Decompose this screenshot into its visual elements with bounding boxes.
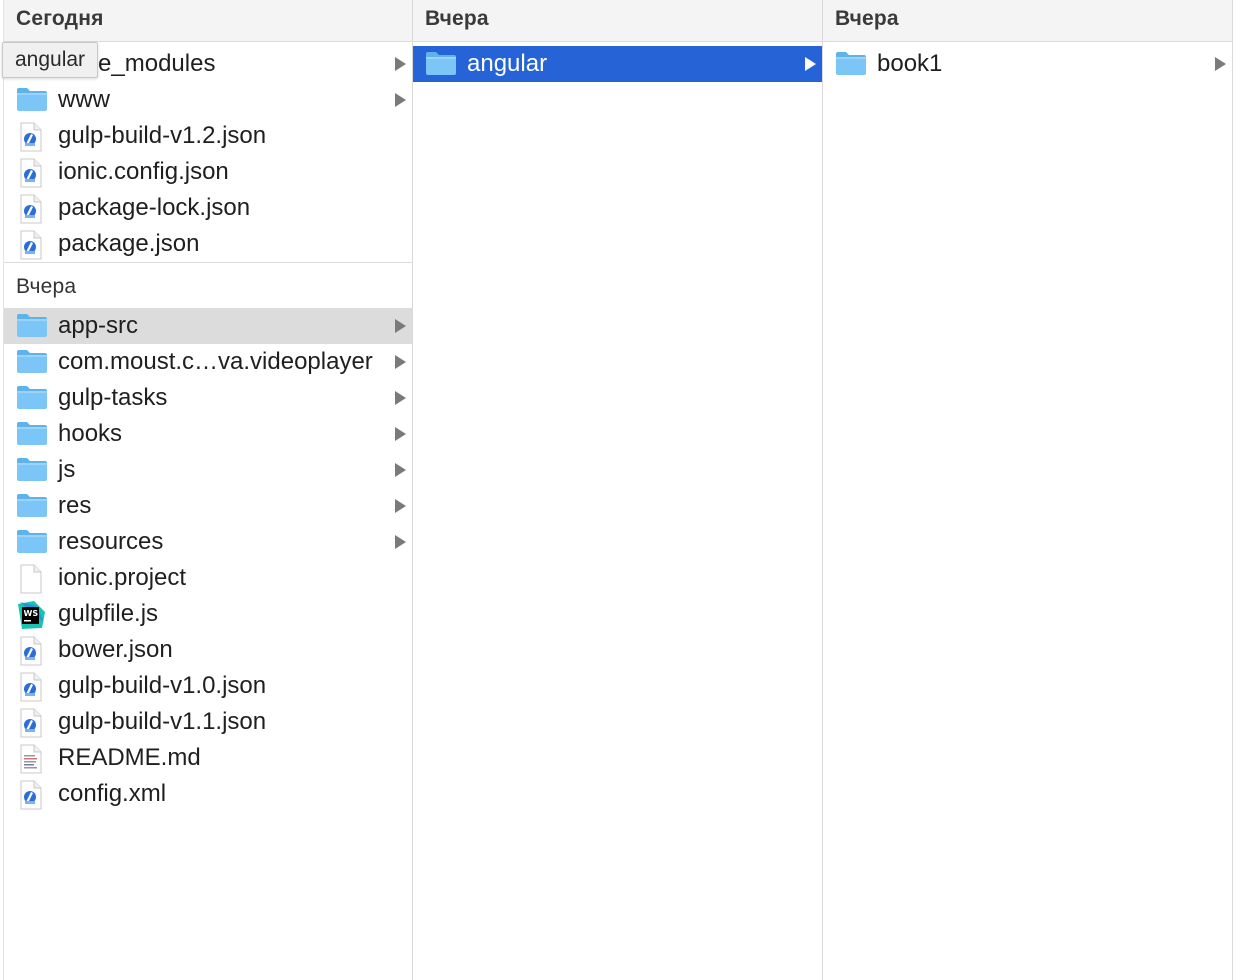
disclosure-arrow-icon — [395, 427, 406, 441]
list-item-gulp-build-v1-1-json[interactable]: gulp-build-v1.1.json — [4, 704, 412, 740]
tooltip: angular — [2, 42, 99, 78]
json-file-icon — [16, 158, 48, 188]
list-item-angular[interactable]: angular — [413, 46, 822, 82]
item-name: book1 — [877, 50, 943, 77]
folder-icon — [16, 456, 48, 484]
item-name: www — [58, 86, 110, 113]
section-header: Вчера — [413, 0, 822, 42]
folder-icon — [425, 50, 457, 78]
folder-icon — [16, 312, 48, 340]
item-name: resources — [58, 528, 164, 555]
list-item-gulpfile-js[interactable]: WS gulpfile.js — [4, 596, 412, 632]
list-item-com-moust-c-va-videoplayer[interactable]: com.moust.c…va.videoplayer — [4, 344, 412, 380]
item-name: com.moust.c…va.videoplayer — [58, 348, 373, 375]
list-item-js[interactable]: js — [4, 452, 412, 488]
item-name: gulp-tasks — [58, 384, 168, 411]
json-file-icon — [16, 672, 48, 702]
section-header: Сегодня — [4, 0, 412, 42]
item-name: gulp-build-v1.1.json — [58, 708, 267, 735]
column-1[interactable]: Сегодня node_modules www gulp-build-v1.2.js… — [3, 0, 413, 980]
folder-icon — [16, 86, 48, 114]
file-list: book1 — [823, 42, 1232, 82]
column-3[interactable]: Вчера book1 — [823, 0, 1233, 980]
list-item-book1[interactable]: book1 — [823, 46, 1232, 82]
column-2[interactable]: Вчера angular — [413, 0, 823, 980]
item-name: app-src — [58, 312, 139, 339]
svg-text:WS: WS — [24, 609, 39, 618]
disclosure-arrow-icon — [395, 391, 406, 405]
list-item-package-json[interactable]: package.json — [4, 226, 412, 262]
list-item-app-src[interactable]: app-src — [4, 308, 412, 344]
disclosure-arrow-icon — [395, 319, 406, 333]
list-item-bower-json[interactable]: bower.json — [4, 632, 412, 668]
folder-icon — [16, 384, 48, 412]
item-name: ionic.config.json — [58, 158, 229, 185]
folder-icon — [16, 348, 48, 376]
text-file-icon — [16, 744, 48, 774]
disclosure-arrow-icon — [395, 57, 406, 71]
json-file-icon — [16, 194, 48, 224]
disclosure-arrow-icon — [395, 93, 406, 107]
json-file-icon — [16, 708, 48, 738]
disclosure-arrow-icon — [395, 535, 406, 549]
tooltip-text: angular — [15, 48, 86, 71]
list-item-resources[interactable]: resources — [4, 524, 412, 560]
json-file-icon — [16, 230, 48, 260]
list-item-ionic-project[interactable]: ionic.project — [4, 560, 412, 596]
section-header: Вчера — [823, 0, 1232, 42]
webstorm-file-icon: WS — [16, 600, 48, 629]
item-name: package-lock.json — [58, 194, 251, 221]
file-list: app-src com.moust.c…va.videoplayer gulp-ta… — [4, 308, 412, 812]
folder-icon — [16, 528, 48, 556]
folder-icon — [16, 420, 48, 448]
folder-icon — [835, 50, 867, 78]
folder-icon — [16, 492, 48, 520]
list-item-package-lock-json[interactable]: package-lock.json — [4, 190, 412, 226]
disclosure-arrow-icon — [805, 57, 816, 71]
disclosure-arrow-icon — [395, 463, 406, 477]
list-item-config-xml[interactable]: config.xml — [4, 776, 412, 812]
list-item-readme-md[interactable]: README.md — [4, 740, 412, 776]
list-item-www[interactable]: www — [4, 82, 412, 118]
list-item-res[interactable]: res — [4, 488, 412, 524]
item-name: gulp-build-v1.2.json — [58, 122, 267, 149]
item-name: hooks — [58, 420, 123, 447]
item-name: README.md — [58, 744, 201, 771]
disclosure-arrow-icon — [395, 499, 406, 513]
list-item-gulp-tasks[interactable]: gulp-tasks — [4, 380, 412, 416]
json-file-icon — [16, 636, 48, 666]
disclosure-arrow-icon — [1215, 57, 1226, 71]
list-item-ionic-config-json[interactable]: ionic.config.json — [4, 154, 412, 190]
finder-column-browser: Сегодня node_modules www gulp-build-v1.2.js… — [0, 0, 1252, 980]
item-name: ionic.project — [58, 564, 187, 591]
list-item-hooks[interactable]: hooks — [4, 416, 412, 452]
file-list: angular — [413, 42, 822, 82]
item-name: js — [58, 456, 76, 483]
item-name: res — [58, 492, 92, 519]
item-name: package.json — [58, 230, 200, 257]
disclosure-arrow-icon — [395, 355, 406, 369]
json-file-icon — [16, 780, 48, 810]
item-name: gulpfile.js — [58, 600, 159, 627]
item-name: config.xml — [58, 780, 167, 807]
item-name: bower.json — [58, 636, 173, 663]
item-name: angular — [467, 50, 548, 77]
list-item-gulp-build-v1-0-json[interactable]: gulp-build-v1.0.json — [4, 668, 412, 704]
list-item-gulp-build-v1-2-json[interactable]: gulp-build-v1.2.json — [4, 118, 412, 154]
item-name: gulp-build-v1.0.json — [58, 672, 267, 699]
file-icon — [16, 564, 48, 594]
json-file-icon — [16, 122, 48, 152]
section-header: Вчера — [4, 262, 412, 308]
